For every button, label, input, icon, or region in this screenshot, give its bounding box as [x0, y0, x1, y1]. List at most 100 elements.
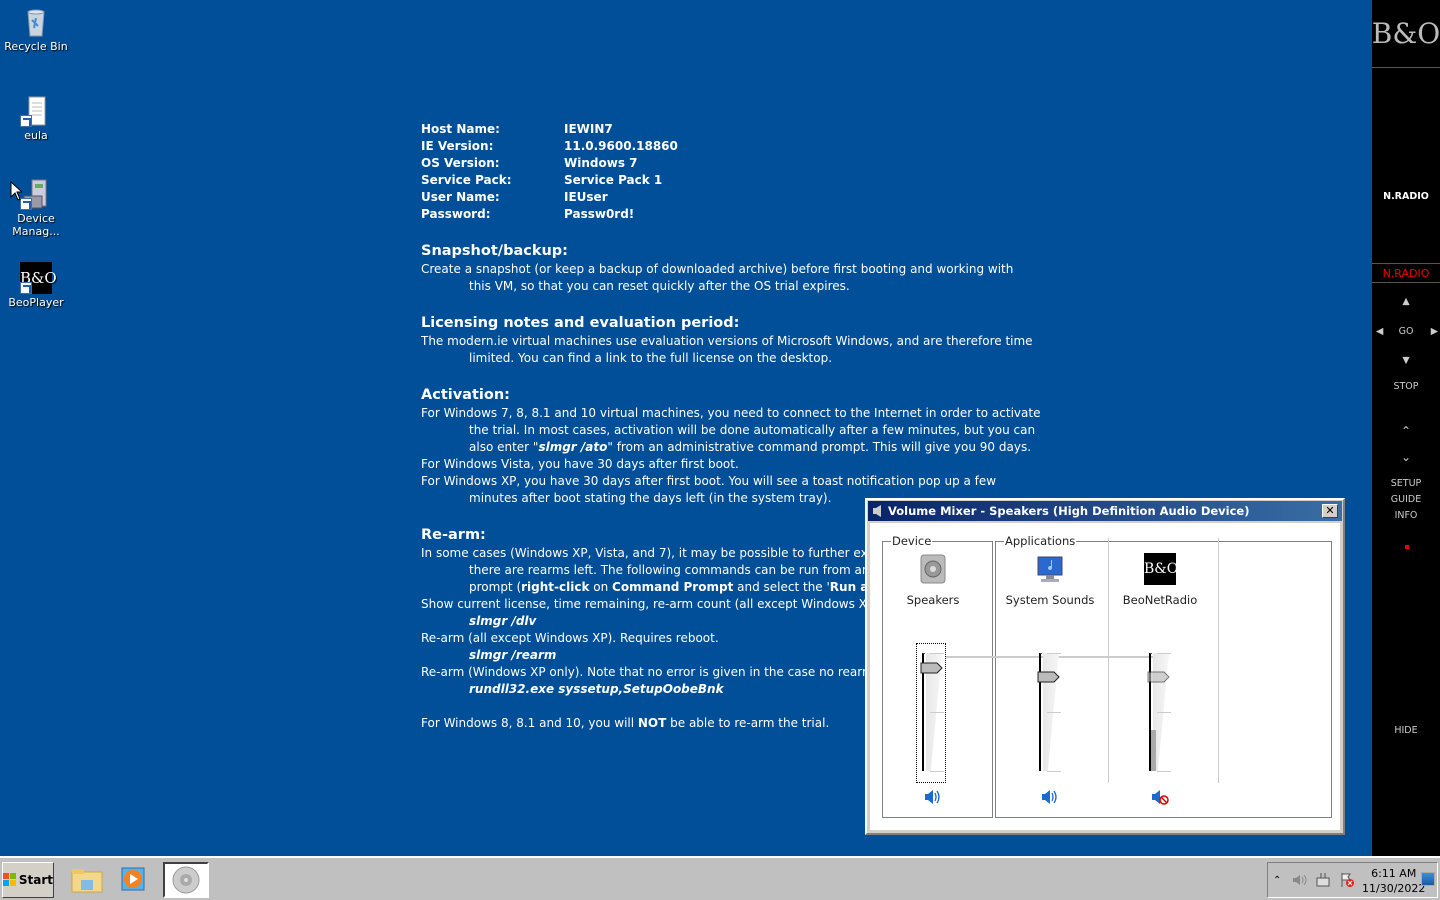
slider-thumb[interactable]: [920, 662, 944, 674]
chevron-down-button[interactable]: ⌄: [1372, 450, 1440, 464]
text: there are rearms left. The following com…: [469, 563, 881, 577]
source-label[interactable]: N.RADIO: [1372, 191, 1440, 202]
show-hidden-icons-button[interactable]: ⌃: [1273, 875, 1281, 886]
stop-button[interactable]: STOP: [1372, 381, 1440, 392]
taskbar-explorer-button[interactable]: [64, 862, 110, 898]
section-heading-snapshot: Snapshot/backup:: [421, 243, 568, 259]
slider-tick: [1157, 712, 1171, 713]
action-center-flag-icon[interactable]: [1339, 872, 1355, 888]
slider-thumb[interactable]: [1147, 671, 1171, 683]
network-icon[interactable]: [1315, 872, 1331, 888]
start-button[interactable]: Start: [2, 862, 54, 898]
desktop-icon-label: BeoPlayer: [8, 296, 64, 309]
speakers-icon: [917, 553, 949, 585]
guide-button[interactable]: GUIDE: [1372, 494, 1440, 505]
mixer-body: Device Applications Speakers System Soun…: [870, 523, 1340, 830]
bang-olufsen-logo-icon: B&O: [1144, 553, 1178, 585]
go-button[interactable]: ◀ GO ▶: [1372, 326, 1440, 337]
slider-tick: [930, 712, 944, 713]
channel-system-sounds: System Sounds: [995, 553, 1105, 806]
status-indicator: [1405, 545, 1409, 549]
clock[interactable]: 6:11 AM 11/30/2022: [1362, 866, 1425, 896]
info-key: Password:: [421, 207, 491, 221]
slider-tick: [1047, 712, 1061, 713]
applications-group-label: Applications: [1004, 534, 1077, 548]
info-button[interactable]: INFO: [1372, 510, 1440, 521]
info-row: Service Pack: Service Pack 1: [421, 172, 1041, 189]
text: Re-arm (Windows XP only). Note that no e…: [421, 665, 880, 679]
volume-slider[interactable]: [1035, 653, 1065, 773]
slider-thumb[interactable]: [1037, 671, 1061, 683]
mouse-cursor-icon: [10, 181, 22, 201]
peak-meter: [1151, 729, 1156, 771]
speaker-muted-icon: [1150, 790, 1170, 809]
info-key: User Name:: [421, 190, 500, 204]
text: In some cases (Windows XP, Vista, and 7)…: [421, 546, 885, 560]
shortcut-arrow-icon: [20, 115, 32, 127]
hide-button[interactable]: HIDE: [1372, 725, 1440, 736]
desktop-icon-label: eula: [24, 129, 48, 142]
text: also enter ": [469, 440, 539, 454]
chevron-up-button[interactable]: ⌃: [1372, 424, 1440, 438]
slider-tick: [1157, 653, 1171, 654]
desktop-icon-label: Device Manag...: [12, 212, 60, 238]
info-key: IE Version:: [421, 139, 494, 153]
text: the trial. In most cases, activation wil…: [469, 423, 1036, 437]
close-button[interactable]: ✕: [1322, 504, 1338, 518]
desktop-icon-eula[interactable]: eula: [0, 95, 72, 142]
bold-text: NOT: [637, 716, 667, 730]
info-value: 11.0.9600.18860: [564, 139, 678, 153]
desktop-icon-recycle-bin[interactable]: Recycle Bin: [0, 6, 72, 53]
section-heading-licensing: Licensing notes and evaluation period:: [421, 315, 740, 331]
mute-button[interactable]: [1150, 788, 1170, 806]
channel-beonetradio: B&O BeoNetRadio: [1105, 553, 1215, 806]
go-label: GO: [1398, 326, 1414, 337]
active-source-label[interactable]: N.RADIO: [1372, 263, 1440, 283]
window-title: Volume Mixer - Speakers (High Definition…: [888, 504, 1250, 518]
desktop-icon-beoplayer[interactable]: B&O BeoPlayer: [0, 262, 72, 309]
triangle-right-icon: ▶: [1430, 326, 1438, 337]
section-heading-activation: Activation:: [421, 387, 510, 403]
start-label: Start: [18, 873, 53, 887]
setup-button[interactable]: SETUP: [1372, 478, 1440, 489]
info-key: Service Pack:: [421, 173, 512, 187]
taskbar-volume-mixer-button[interactable]: [163, 862, 209, 898]
speaker-icon: [1040, 790, 1060, 809]
mute-button[interactable]: [923, 788, 943, 806]
nav-up-button[interactable]: ▲: [1372, 296, 1440, 307]
volume-slider[interactable]: [1145, 653, 1175, 773]
bold-text: Command Prompt: [612, 580, 734, 594]
device-manager-icon: [20, 178, 52, 210]
mute-button[interactable]: [1040, 788, 1060, 806]
text: Re-arm (all except Windows XP). Requires…: [421, 631, 719, 645]
triangle-left-icon: ◀: [1376, 326, 1384, 337]
device-group-label: Device: [891, 534, 933, 548]
clock-time: 6:11 AM: [1371, 867, 1417, 880]
info-value: IEWIN7: [564, 122, 613, 136]
window-titlebar[interactable]: Volume Mixer - Speakers (High Definition…: [868, 501, 1342, 521]
text: prompt (: [469, 580, 522, 594]
text: The modern.ie virtual machines use evalu…: [421, 334, 1033, 348]
channel-label: System Sounds: [1005, 593, 1095, 607]
show-desktop-button[interactable]: [1421, 872, 1435, 886]
text: Show current license, time remaining, re…: [421, 597, 883, 611]
text: Create a snapshot (or keep a backup of d…: [421, 262, 1014, 276]
text: be able to re-arm the trial.: [666, 716, 830, 730]
close-icon: ✕: [1325, 504, 1335, 517]
text: minutes after boot stating the days left…: [469, 491, 832, 505]
clock-date: 11/30/2022: [1362, 882, 1426, 895]
volume-slider[interactable]: [918, 653, 948, 773]
taskbar-media-player-button[interactable]: [112, 862, 158, 898]
info-row: Password: Passw0rd!: [421, 206, 1041, 223]
paragraph: For Windows 7, 8, 8.1 and 10 virtual mac…: [421, 405, 1041, 456]
volume-icon[interactable]: [1291, 872, 1307, 888]
text: For Windows 7, 8, 8.1 and 10 virtual mac…: [421, 406, 1041, 420]
paragraph: The modern.ie virtual machines use evalu…: [421, 333, 1041, 367]
info-row: IE Version: 11.0.9600.18860: [421, 138, 1041, 155]
text: on: [589, 580, 613, 594]
text: For Windows 8, 8.1 and 10, you will: [421, 716, 638, 730]
info-row: Host Name: IEWIN7: [421, 121, 1041, 138]
info-value: Windows 7: [564, 156, 638, 170]
nav-down-button[interactable]: ▼: [1372, 355, 1440, 366]
slider-tick: [930, 771, 944, 772]
